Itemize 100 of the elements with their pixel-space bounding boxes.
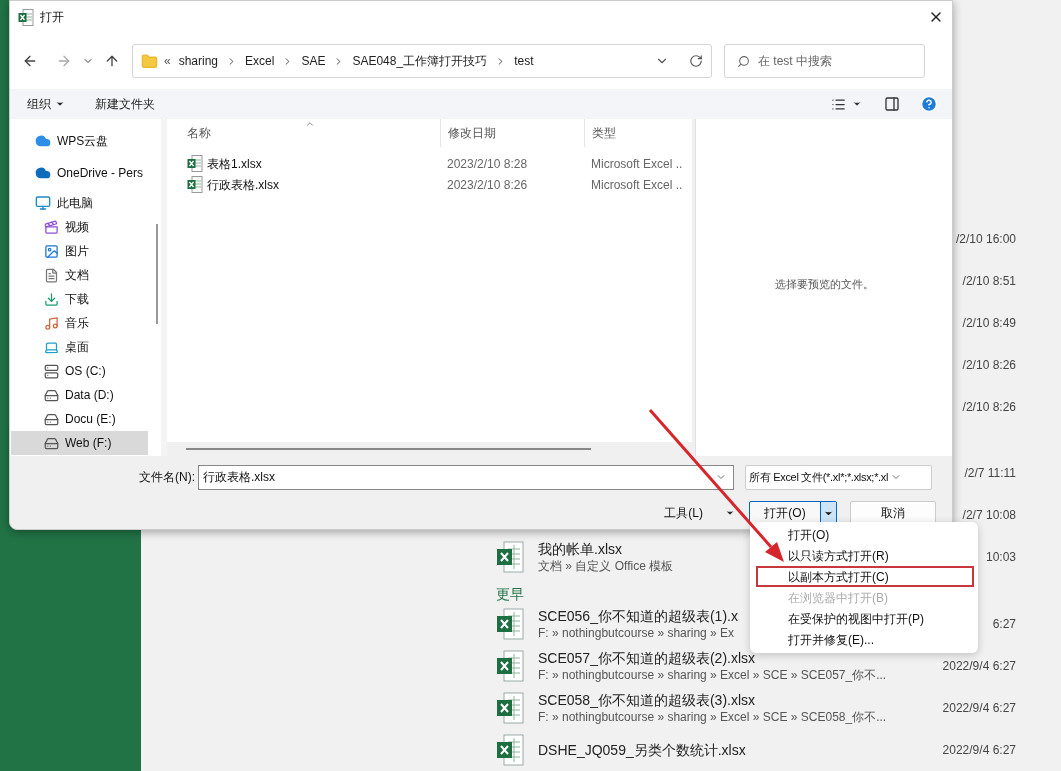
tools-button[interactable]: 工具(L) (664, 504, 735, 522)
nav-item[interactable]: 音乐 (11, 311, 148, 335)
scrollbar-thumb[interactable] (186, 448, 591, 450)
nav-item[interactable]: 文档 (11, 263, 148, 287)
nav-item[interactable]: 图片 (11, 239, 148, 263)
drive-icon (44, 411, 59, 427)
caret-icon (725, 508, 735, 518)
up-icon[interactable] (104, 53, 120, 69)
column-header[interactable]: 修改日期 (440, 119, 584, 147)
spreadsheet-file-icon (496, 650, 524, 682)
nav-item[interactable]: 下载 (11, 287, 148, 311)
file-path: F: » nothingbutcourse » sharing » Ex (538, 625, 735, 641)
modified-date: /2/10 8:26 (962, 399, 1016, 417)
menu-item[interactable]: 以只读方式打开(R) (756, 545, 974, 566)
scrollbar-thumb[interactable] (156, 224, 158, 324)
modified-date: 2023/2/10 8:28 (446, 155, 529, 173)
folder-icon (141, 52, 158, 70)
nav-item[interactable]: Web (F:) (11, 431, 148, 455)
back-icon[interactable] (22, 53, 38, 69)
forward-icon[interactable] (56, 53, 72, 69)
spreadsheet-file-icon (496, 692, 524, 724)
desktop-icon (44, 339, 59, 355)
nav-item[interactable]: OS (C:) (11, 359, 148, 383)
download-icon (44, 291, 59, 307)
file-name[interactable]: 表格1.xlsx (207, 154, 262, 173)
nav-item[interactable]: OneDrive - Pers (11, 161, 148, 185)
breadcrumb[interactable]: sharing (176, 52, 221, 70)
breadcrumb[interactable]: test (512, 52, 536, 70)
modified-date: 2022/9/4 6:27 (942, 700, 1016, 717)
file-type-select[interactable]: 所有 Excel 文件(*.xl*;*.xlsx;*.xl (745, 464, 932, 490)
cloud-icon (35, 165, 51, 181)
file-name-field[interactable]: 行政表格.xlsx (198, 464, 734, 490)
menu-item[interactable]: 打开(O) (756, 524, 974, 545)
file-path: F: » nothingbutcourse » sharing » Excel » SCE » SCE058_你不... (538, 709, 887, 725)
menu-item[interactable]: 以副本方式打开(C) (756, 566, 974, 587)
preview-hint: 选择要预览的文件。 (774, 277, 874, 293)
search-icon (737, 54, 750, 68)
file-name: SCE056_你不知道的超级表(1).x (538, 607, 738, 625)
file-name: SCE058_你不知道的超级表(3).xlsx (538, 691, 756, 709)
modified-date: 2022/9/4 6:27 (942, 658, 1016, 675)
nav-item[interactable]: Data (D:) (11, 383, 148, 407)
organize-button[interactable]: 组织 (27, 95, 65, 113)
new-folder-button[interactable]: 新建文件夹 (95, 95, 155, 113)
file-type: Microsoft Excel .. (590, 155, 684, 173)
monitor-icon (35, 195, 51, 211)
modified-date: /2/7 10:08 (962, 506, 1016, 524)
modified-date: /2/7 11:11 (964, 464, 1016, 482)
nav-item[interactable]: 桌面 (11, 335, 148, 359)
modified-date: /2/10 8:51 (962, 273, 1016, 290)
menu-item[interactable]: 在受保护的视图中打开(P) (756, 608, 974, 629)
menu-item[interactable]: 打开并修复(E)... (756, 629, 974, 650)
help-icon[interactable] (920, 95, 938, 113)
file-path: F: » nothingbutcourse » sharing » Excel » SCE » SCE057_你不... (538, 667, 887, 683)
address-bar[interactable]: « sharing Excel SAE SAE048_工作簿打开技巧 test (132, 44, 712, 78)
open-button[interactable]: 打开(O) (749, 501, 837, 525)
caret-icon (55, 99, 65, 109)
view-options-icon[interactable] (831, 96, 846, 112)
drive-icon (44, 387, 59, 403)
modified-date: /2/10 16:00 (955, 231, 1016, 248)
overflow-marker[interactable]: « (164, 52, 171, 70)
modified-date: /2/10 8:26 (962, 357, 1016, 375)
file-name-label: 文件名(N): (139, 469, 195, 486)
column-header[interactable]: 名称 (167, 124, 440, 142)
drive-icon (44, 435, 59, 451)
music-icon (44, 315, 59, 331)
refresh-icon[interactable] (689, 54, 703, 68)
modified-date: 2022/9/4 6:27 (942, 742, 1016, 760)
spreadsheet-file-icon (496, 734, 524, 767)
modified-date: /2/10 8:49 (962, 315, 1016, 333)
nav-item[interactable]: 此电脑 (11, 191, 148, 215)
breadcrumb[interactable]: SAE048_工作簿打开技巧 (350, 52, 490, 70)
spreadsheet-file-icon (18, 8, 34, 26)
window-title: 打开 (40, 9, 64, 26)
search-field[interactable]: 在 test 中搜索 (724, 44, 925, 78)
cancel-button[interactable]: 取消 (850, 501, 936, 525)
document-icon (44, 267, 59, 283)
breadcrumb[interactable]: Excel (243, 52, 277, 70)
cloud-icon (35, 133, 51, 149)
spreadsheet-file-icon (187, 176, 203, 193)
open-menu-toggle[interactable] (820, 502, 836, 524)
caret-icon[interactable] (852, 99, 862, 109)
modified-date: 10:03 (985, 548, 1016, 566)
file-name: SCE057_你不知道的超级表(2).xlsx (538, 649, 756, 667)
preview-pane-icon[interactable] (884, 96, 900, 112)
modified-date: 2023/2/10 8:26 (446, 176, 529, 194)
spreadsheet-file-icon (187, 155, 203, 172)
file-path: 文档 » 自定义 Office 模板 (538, 557, 674, 574)
nav-item[interactable]: Docu (E:) (11, 407, 148, 431)
modified-date: 6:27 (992, 616, 1016, 633)
nav-item[interactable]: 视频 (11, 215, 148, 239)
video-icon (44, 219, 59, 235)
breadcrumb[interactable]: SAE (299, 52, 328, 70)
file-name: 我的帐单.xlsx (538, 539, 622, 558)
file-name[interactable]: 行政表格.xlsx (207, 175, 279, 194)
sort-icon (305, 119, 315, 129)
file-name: DSHE_JQ059_另类个数统计.xlsx (538, 741, 746, 760)
nav-item[interactable]: WPS云盘 (11, 129, 148, 153)
drive-icon (44, 363, 59, 379)
group-heading: 更早 (496, 585, 524, 603)
file-type: Microsoft Excel .. (590, 176, 684, 194)
